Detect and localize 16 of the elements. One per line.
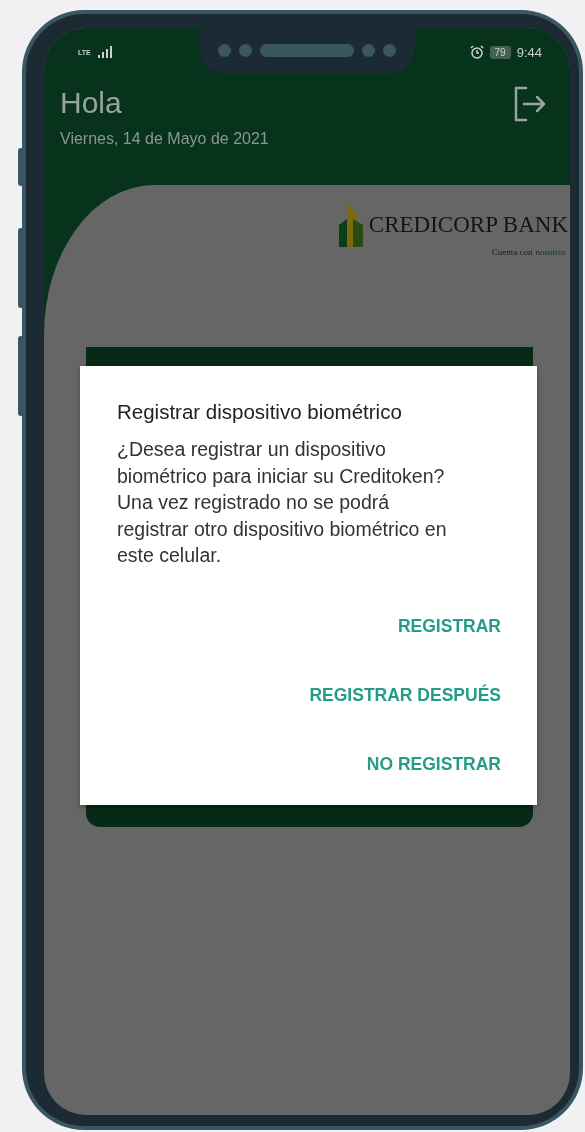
dialog-action-button[interactable]: REGISTRAR DESPUÉS: [309, 684, 501, 706]
signal-icon: [96, 46, 113, 58]
tagline: Cuenta con: [491, 247, 533, 257]
logout-icon[interactable]: [512, 86, 546, 122]
dialog-message: ¿Desea registrar un dispositivo biométrico para iniciar su Creditoken? Una vez registrado no se podrá registrar otro dispositivo biométrico en este celular.: [117, 437, 448, 568]
logo-icon: [338, 203, 363, 247]
dialog-action-button[interactable]: NO REGISTRAR: [366, 753, 501, 775]
tagline-accent: nosotros: [535, 247, 566, 257]
dialog-action-button[interactable]: REGISTRAR: [397, 615, 501, 637]
greeting-title: Hola: [60, 86, 123, 120]
battery-level: 79: [489, 45, 511, 59]
clock-time: 9:44: [516, 44, 542, 60]
bank-name: CREDICORP BANK: [368, 212, 568, 238]
date-label: Viernes, 14 de Mayo de 2021: [60, 130, 270, 148]
alarm-icon: [469, 45, 484, 59]
dialog-title: Registrar dispositivo biométrico: [117, 400, 403, 424]
